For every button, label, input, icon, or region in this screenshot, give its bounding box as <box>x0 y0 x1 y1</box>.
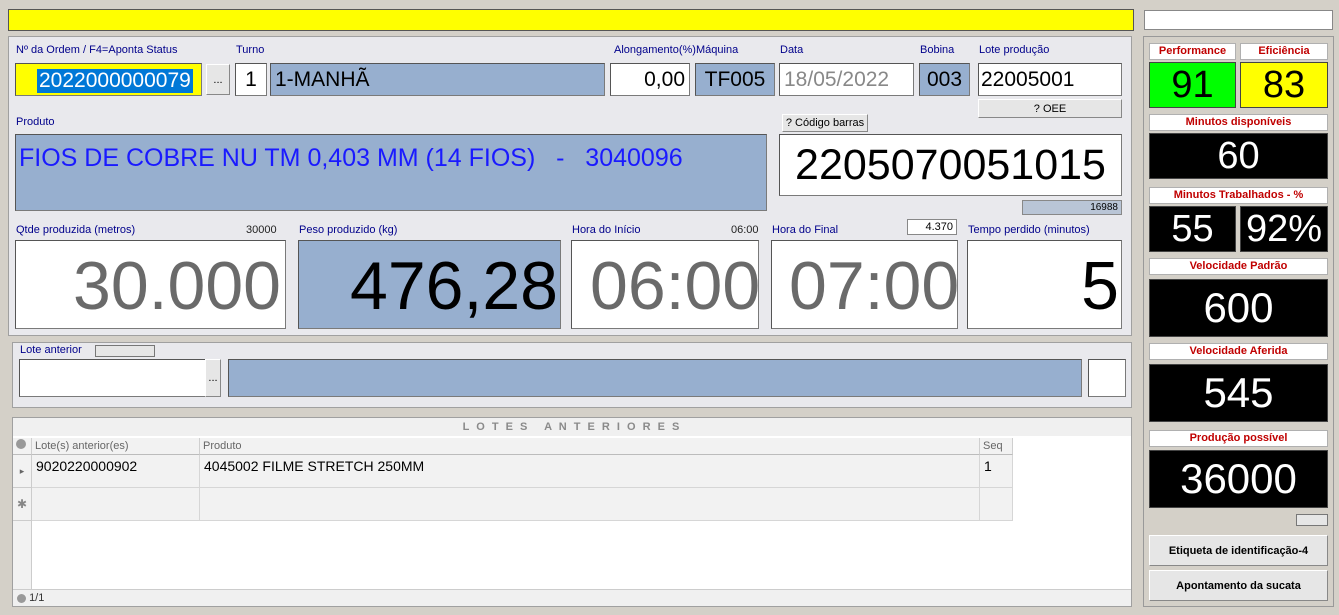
coil-label: Bobina <box>920 44 955 56</box>
end-field[interactable]: 07:00 <box>771 240 958 329</box>
order-value: 2022000000079 <box>37 69 193 93</box>
shift-number-field[interactable]: 1 <box>235 63 267 96</box>
barcode-field[interactable]: 2205070051015 <box>779 134 1122 196</box>
new-row-seq[interactable] <box>980 488 1013 521</box>
date-label: Data <box>780 44 804 56</box>
end-label: Hora do Final <box>772 224 839 236</box>
scrap-button[interactable]: Apontamento da sucata <box>1149 570 1328 601</box>
end-value: 07:00 <box>789 248 958 324</box>
table-row-lot[interactable]: 9020220000902 <box>32 455 200 488</box>
shift-label: Turno <box>236 44 265 56</box>
worked-label: Minutos Trabalhados - % <box>1149 187 1328 204</box>
weight-field: 476,28 <box>298 240 561 329</box>
machine-label: Máquina <box>696 44 739 56</box>
lot-label: Lote produção <box>979 44 1050 56</box>
prev-lot-lookup-button[interactable]: ... <box>205 359 221 397</box>
table-row-seq[interactable]: 1 <box>980 455 1013 488</box>
lot-field[interactable]: 22005001 <box>978 63 1122 96</box>
new-row-icon: ✱ <box>13 488 32 521</box>
weight-label: Peso produzido (kg) <box>299 224 398 236</box>
order-field[interactable]: 2022000000079 <box>15 63 202 96</box>
performance-label: Performance <box>1149 43 1236 60</box>
elongation-field[interactable]: 0,00 <box>610 63 690 96</box>
prev-lot-desc-field <box>228 359 1082 397</box>
new-row-lot[interactable] <box>32 488 200 521</box>
grid-settings-icon <box>16 439 26 449</box>
coil-field: 003 <box>919 63 970 96</box>
grid-left-strip <box>13 521 32 589</box>
status-bar-right <box>1144 10 1333 30</box>
oee-button[interactable]: ? OEE <box>978 99 1122 118</box>
std-speed-label: Velocidade Padrão <box>1149 258 1328 275</box>
prev-lot-extra-field[interactable] <box>1088 359 1126 397</box>
kpi-small-indicator <box>1296 514 1328 526</box>
lost-label: Tempo perdido (minutos) <box>968 224 1090 236</box>
efficiency-value: 83 <box>1240 62 1328 108</box>
start-value: 06:00 <box>590 248 759 324</box>
status-bar <box>8 9 1134 31</box>
row-indicator: ▸ <box>13 455 32 488</box>
std-speed-value: 600 <box>1149 279 1328 337</box>
order-lookup-button[interactable]: ... <box>206 64 230 95</box>
start-label: Hora do Início <box>572 224 641 236</box>
shift-name-field: 1-MANHÃ <box>270 63 605 96</box>
weight-value: 476,28 <box>350 248 558 324</box>
available-value: 60 <box>1149 133 1328 179</box>
available-label: Minutos disponíveis <box>1149 114 1328 131</box>
grid-footer: 1/1 <box>13 589 1131 606</box>
start-hint: 06:00 <box>731 224 759 236</box>
prev-lot-label: Lote anterior <box>20 344 82 356</box>
performance-value: 91 <box>1149 62 1236 108</box>
worked-value: 55 <box>1149 206 1236 252</box>
possible-prod-label: Produção possível <box>1149 430 1328 447</box>
table-row-product[interactable]: 4045002 FILME STRETCH 250MM <box>200 455 980 488</box>
new-row-product[interactable] <box>200 488 980 521</box>
order-label: Nº da Ordem / F4=Aponta Status <box>16 44 178 56</box>
col-header-lot[interactable]: Lote(s) anterior(es) <box>32 438 200 455</box>
prev-lot-tab <box>95 345 155 357</box>
start-field[interactable]: 06:00 <box>571 240 759 329</box>
lost-value: 5 <box>1081 248 1119 324</box>
machine-field: TF005 <box>695 63 775 96</box>
possible-prod-value: 36000 <box>1149 450 1328 508</box>
measured-speed-label: Velocidade Aferida <box>1149 343 1328 360</box>
col-header-product[interactable]: Produto <box>200 438 980 455</box>
elongation-label: Alongamento(%) <box>614 44 696 56</box>
worked-pct: 92% <box>1240 206 1328 252</box>
record-icon <box>17 593 26 603</box>
barcode-sub-field: 16988 <box>1022 200 1122 215</box>
grid-corner <box>13 438 32 455</box>
label-button[interactable]: Etiqueta de identificação-4 <box>1149 535 1328 566</box>
qty-label: Qtde produzida (metros) <box>16 224 136 236</box>
record-counter: 1/1 <box>29 592 45 604</box>
qty-field[interactable]: 30.000 <box>15 240 286 329</box>
barcode-button[interactable]: ? Código barras <box>782 114 868 132</box>
lots-title: L O T E S A N T E R I O R E S <box>13 418 1131 436</box>
date-field[interactable]: 18/05/2022 <box>779 63 914 96</box>
product-label: Produto <box>16 116 55 128</box>
lost-field[interactable]: 5 <box>967 240 1122 329</box>
product-field: FIOS DE COBRE NU TM 0,403 MM (14 FIOS) -… <box>15 134 767 211</box>
measured-speed-value: 545 <box>1149 364 1328 422</box>
efficiency-label: Eficiência <box>1240 43 1328 60</box>
prev-lot-field[interactable] <box>19 359 206 397</box>
qty-value: 30.000 <box>73 248 281 324</box>
end-hint: 4.370 <box>907 219 957 235</box>
qty-target: 30000 <box>246 224 277 236</box>
col-header-seq[interactable]: Seq <box>980 438 1013 455</box>
